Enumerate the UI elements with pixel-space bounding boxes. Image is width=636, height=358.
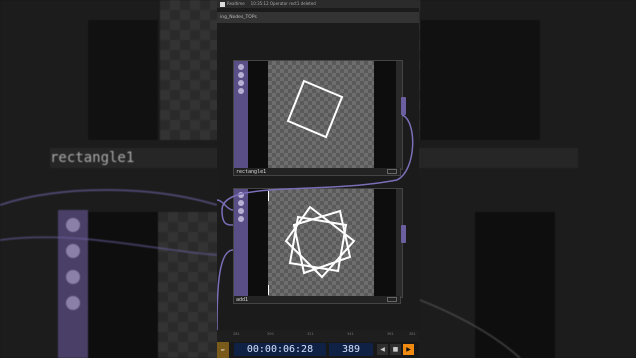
transport-controls: RT 00:00:06:28 389 ◀ ■ ▶ — [217, 342, 419, 358]
app-name: Realtime — [227, 1, 245, 6]
tick-label: 361 — [387, 332, 394, 336]
viewer-margin — [248, 189, 268, 297]
rewind-icon[interactable]: ◀ — [377, 344, 388, 355]
timeline-ruler: 281 300 321 341 361 381 — [217, 332, 419, 340]
tick-label: 381 — [409, 332, 416, 336]
node-label[interactable]: rectangle1 — [233, 168, 401, 176]
frame-field[interactable]: 389 — [329, 343, 373, 356]
tick-label: 341 — [347, 332, 354, 336]
node-label[interactable]: add1 — [233, 296, 401, 304]
node-side-strip — [396, 61, 402, 169]
app-logo-icon — [220, 1, 225, 7]
node-viewer[interactable] — [268, 61, 374, 169]
play-icon[interactable]: ▶ — [403, 344, 414, 355]
pencil-icon[interactable] — [238, 72, 244, 78]
node-viewer[interactable] — [268, 189, 374, 297]
paint-icon[interactable] — [238, 80, 244, 86]
wrench-icon[interactable] — [238, 216, 244, 222]
output-connector[interactable] — [401, 97, 406, 115]
tick-label: 300 — [267, 332, 274, 336]
node-tool-strip — [234, 189, 248, 297]
node-flag[interactable] — [387, 297, 397, 302]
node-flag[interactable] — [387, 169, 397, 174]
node-tool-strip — [234, 61, 248, 169]
stop-icon[interactable]: ■ — [390, 344, 401, 355]
rectangle-preview — [286, 79, 344, 139]
network-path[interactable]: ing_Nodes_TOPs — [217, 12, 419, 23]
node-rectangle1[interactable] — [233, 60, 406, 170]
paint-icon[interactable] — [238, 208, 244, 214]
node-add1[interactable] — [233, 188, 406, 298]
viewer-margin — [248, 61, 268, 169]
node-name: add1 — [236, 297, 249, 303]
add-preview — [268, 191, 356, 295]
tick-label: 281 — [233, 332, 240, 336]
title-bar: Realtime 10:35:12 Operator rect1 deleted — [217, 0, 419, 8]
timecode-display[interactable]: 00:00:06:28 — [234, 343, 326, 356]
app-window: Realtime 10:35:12 Operator rect1 deleted … — [217, 0, 419, 358]
viewer-margin — [374, 189, 396, 297]
operator-info-icon[interactable] — [238, 192, 244, 198]
node-side-strip — [396, 189, 402, 297]
status-message: 10:35:12 Operator rect1 deleted — [250, 1, 316, 6]
operator-info-icon[interactable] — [238, 64, 244, 70]
pencil-icon[interactable] — [238, 200, 244, 206]
viewer-margin — [374, 61, 396, 169]
output-connector[interactable] — [401, 225, 406, 243]
tick-label: 321 — [307, 332, 314, 336]
wrench-icon[interactable] — [238, 88, 244, 94]
node-name: rectangle1 — [236, 169, 267, 175]
realtime-toggle[interactable]: RT — [217, 342, 229, 358]
